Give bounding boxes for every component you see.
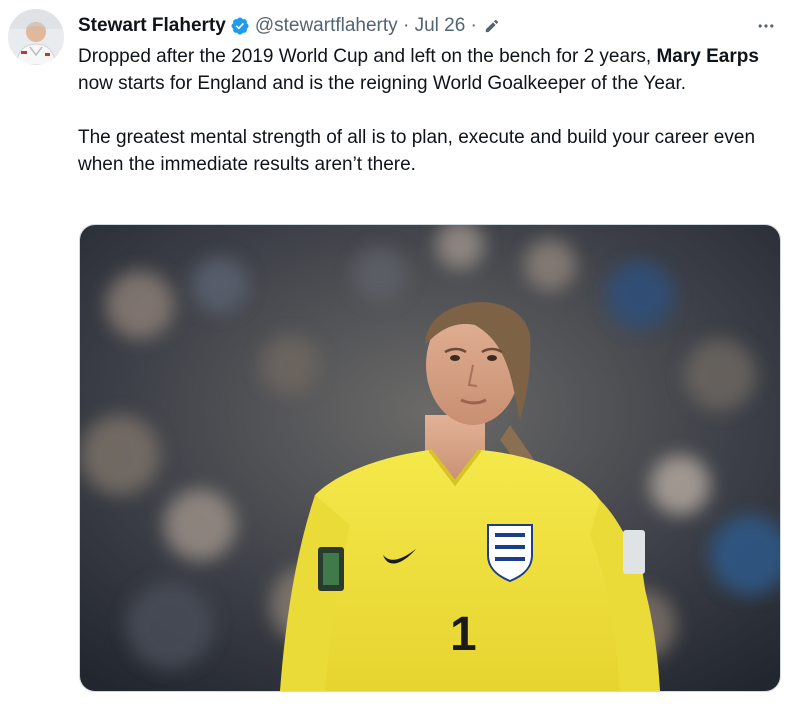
more-options-button[interactable] — [752, 13, 780, 39]
avatar[interactable] — [8, 9, 64, 65]
tweet-text: Dropped after the 2019 World Cup and lef… — [78, 43, 783, 178]
meta-separator-2: · — [470, 15, 477, 36]
author-handle[interactable]: @stewartflaherty — [255, 15, 398, 37]
tweet-paragraph-1: Dropped after the 2019 World Cup and lef… — [78, 46, 759, 94]
more-options-icon — [758, 24, 774, 28]
author-name[interactable]: Stewart Flaherty — [78, 15, 226, 37]
bold-name: Mary Earps — [656, 46, 759, 67]
meta-separator: · — [402, 15, 410, 36]
tweet-header: Stewart Flaherty @stewartflaherty · Jul … — [78, 13, 780, 39]
kit-number: 1 — [450, 608, 477, 661]
tweet-paragraph-2: The greatest mental strength of all is t… — [78, 127, 756, 175]
pen-icon — [483, 18, 500, 35]
verified-badge-icon — [230, 16, 250, 36]
tweet-date[interactable]: Jul 26 — [415, 15, 466, 37]
tweet-media-photo[interactable]: 1 — [79, 224, 781, 692]
goalkeeper-photo: 1 — [80, 225, 780, 691]
profile-photo-icon — [8, 9, 64, 65]
